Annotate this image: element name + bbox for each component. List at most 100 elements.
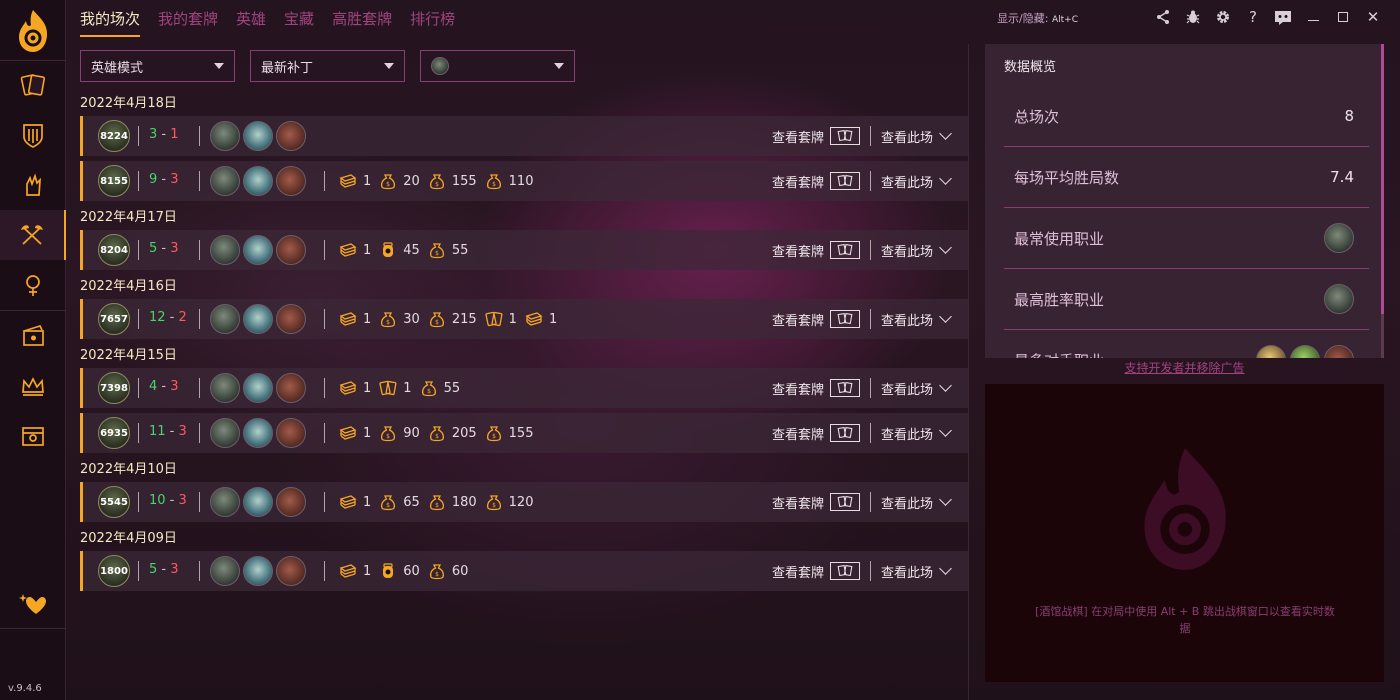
row-divider [324,309,325,329]
gold-bag-icon: $ [427,309,447,329]
hero-select[interactable] [420,50,575,82]
gold-bag-icon: $ [484,492,504,512]
view-match-button[interactable]: 查看此场 [881,424,952,443]
close-button[interactable]: ✕ [1358,6,1388,28]
sidebar-item-battlegrounds[interactable] [0,361,66,411]
hero-portrait [210,304,240,334]
discord-button[interactable] [1268,6,1298,28]
deck-icon [829,241,860,259]
view-match-button[interactable]: 查看此场 [881,127,952,146]
run-row[interactable]: 8155 9 - 3 1 $20 $155 $110 查看套牌 查看此场 [80,161,968,201]
run-row[interactable]: 1800 5 - 3 1 60 $60 查看套牌 查看此场 [80,551,968,591]
row-divider [199,561,200,581]
svg-text:$: $ [435,502,439,509]
view-deck-button[interactable]: 查看套牌 [772,310,860,329]
view-match-button[interactable]: 查看此场 [880,241,952,260]
view-deck-button[interactable]: 查看套牌 [772,493,860,512]
reward-item: $110 [484,171,533,191]
reward-value: 55 [451,242,469,258]
view-deck-button[interactable]: 查看套牌 [772,562,860,581]
card-pack-icon [338,240,358,260]
view-deck-button[interactable]: 查看套牌 [772,172,860,191]
date-heading: 2022年4月16日 [80,279,177,294]
gold-bag-icon: $ [427,171,447,191]
tab-top-decks[interactable]: 高胜套牌 [332,8,392,37]
reward-item: $180 [427,492,477,512]
svg-text:$: $ [435,250,439,257]
view-deck-button[interactable]: 查看套牌 [772,424,860,443]
hero-portraits [210,418,306,448]
sidebar-item-arena[interactable] [0,160,66,210]
gold-bag-icon: $ [419,378,439,398]
support-remove-ads-link[interactable]: 支持开发者并移除广告 [985,359,1384,376]
run-row[interactable]: 6935 11 - 3 1 $90 $205 $155 查看套牌 查看此场 [80,413,968,453]
reward-value: 205 [451,425,477,441]
sidebar-item-treasures[interactable] [0,411,66,461]
tab-heroes[interactable]: 英雄 [236,8,266,37]
chevron-down-icon [939,493,952,506]
settings-button[interactable] [1208,6,1238,28]
view-match-button[interactable]: 查看此场 [881,562,952,581]
score-dash: - [157,172,171,187]
hotkey-hint: 显示/隐藏: Alt+C [997,12,1078,25]
run-row[interactable]: 8224 3 - 1 查看套牌 查看此场 [80,116,968,156]
sidebar-item-brawl[interactable] [0,311,66,361]
reward-item: $30 [378,309,420,329]
tab-my-decks[interactable]: 我的套牌 [158,8,218,37]
mode-select[interactable]: 英雄模式 [80,50,235,82]
run-row[interactable]: 5545 10 - 3 1 $65 $180 $120 查看套牌 查看此场 [80,482,968,522]
run-row[interactable]: 7398 4 - 3 1 1 $55 查看套牌 查看此场 [80,368,968,408]
reward-value: 1 [363,563,372,579]
tab-leaderboard[interactable]: 排行榜 [410,8,455,37]
overview-total-runs: 总场次 8 [1004,86,1369,147]
class-portrait [1290,345,1320,358]
bug-report-button[interactable] [1178,6,1208,28]
hero-portrait [276,487,306,517]
action-divider [869,126,871,146]
sidebar-item-decks[interactable] [0,110,66,160]
row-actions: 查看套牌 查看此场 [772,482,952,522]
run-row[interactable]: 7657 12 - 2 1 $30 $215 1 1 查看套牌 查看此场 [80,299,968,339]
maximize-button[interactable] [1328,6,1358,28]
view-match-label: 查看此场 [880,244,933,260]
run-score: 3 - 1 [149,127,179,142]
score-dash: - [157,241,171,256]
row-divider [199,171,200,191]
view-deck-button[interactable]: 查看套牌 [772,241,860,260]
app-logo-icon [19,10,48,52]
sidebar-item-mercenaries[interactable] [0,260,66,310]
sidebar-item-collection[interactable] [0,60,66,110]
sidebar-item-donate[interactable] [0,578,66,628]
view-match-button[interactable]: 查看此场 [881,172,952,191]
tab-treasures[interactable]: 宝藏 [284,8,314,37]
svg-text:$: $ [435,571,439,578]
card-pack-icon [524,309,544,329]
view-deck-button[interactable]: 查看套牌 [772,379,860,398]
reward-item: 1 [338,423,371,443]
view-match-button[interactable]: 查看此场 [881,310,952,329]
hero-portrait [210,418,240,448]
scrollbar-thumb[interactable] [1381,44,1384,314]
reward-item: 1 [338,561,371,581]
hero-portrait [276,373,306,403]
deck-icon [829,424,860,442]
overview-scrollbar[interactable] [1381,44,1384,358]
sidebar-item-duels[interactable] [0,210,66,260]
minimize-button[interactable] [1298,6,1328,28]
share-button[interactable] [1148,6,1178,28]
patch-select[interactable]: 最新补丁 [250,50,405,82]
deck-shield-icon [23,124,43,148]
run-score: 4 - 3 [149,379,179,394]
run-row[interactable]: 8204 5 - 3 1 45 $55 查看套牌 查看此场 [80,230,968,270]
view-deck-button[interactable]: 查看套牌 [772,127,860,146]
row-actions: 查看套牌 查看此场 [772,161,952,201]
tab-my-runs[interactable]: 我的场次 [80,8,141,37]
card-pack-icon [338,561,358,581]
help-button[interactable]: ? [1238,6,1268,28]
view-match-button[interactable]: 查看此场 [881,493,952,512]
rating-badge: 8224 [98,120,130,152]
hero-portrait [431,57,449,75]
hero-portrait [210,556,240,586]
chevron-down-icon [939,241,952,254]
view-match-button[interactable]: 查看此场 [881,379,952,398]
